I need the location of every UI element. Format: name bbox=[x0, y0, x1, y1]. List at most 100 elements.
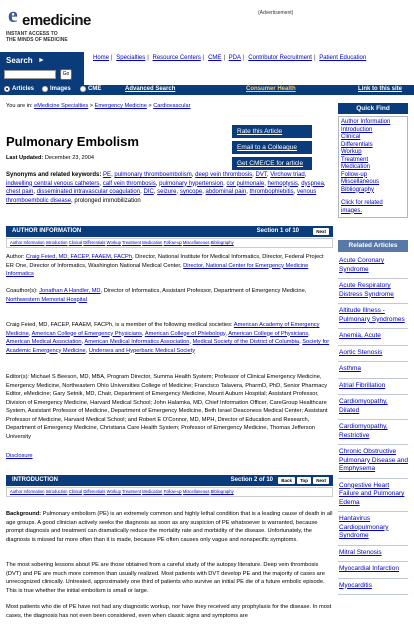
section-nav-link[interactable]: Workup bbox=[107, 489, 121, 494]
synonym-link[interactable]: syncope bbox=[180, 189, 202, 195]
advanced-search-link[interactable]: Advanced Search bbox=[125, 86, 175, 92]
coauthor-affiliation-link[interactable]: Northwestern Memorial Hospital bbox=[6, 297, 87, 303]
related-article-link[interactable]: Asthma bbox=[339, 365, 361, 372]
back-button[interactable]: Back bbox=[278, 477, 295, 484]
related-article-link[interactable]: Congestive Heart Failure and Pulmonary E… bbox=[339, 482, 404, 506]
coauthor-name-link[interactable]: Jonathan A Handler, MD bbox=[39, 288, 100, 294]
nav-specialties[interactable]: Specialties bbox=[116, 55, 145, 61]
synonym-link[interactable]: calf vein thrombosis bbox=[103, 181, 156, 187]
related-article-link[interactable]: Mitral Stenosis bbox=[339, 549, 382, 556]
get-cme-button[interactable]: Get CME/CE for article bbox=[232, 157, 312, 170]
breadcrumb-item[interactable]: Emergency Medicine bbox=[95, 103, 147, 109]
rate-article-button[interactable]: Rate this Article bbox=[232, 125, 312, 138]
quick-find-link[interactable]: Workup bbox=[341, 149, 362, 155]
quick-find-link[interactable]: Bibliography bbox=[341, 187, 374, 193]
section-nav-link[interactable]: Follow-up bbox=[164, 489, 182, 494]
section-nav-link[interactable]: Differentials bbox=[83, 489, 105, 494]
nav-patient-education[interactable]: Patient Education bbox=[319, 55, 366, 61]
top-button[interactable]: Top bbox=[297, 477, 311, 484]
synonym-link[interactable]: pulmonary thromboembolism bbox=[114, 172, 191, 178]
quick-find-link[interactable]: Clinical bbox=[341, 134, 360, 140]
related-article-link[interactable]: Myocardial Infarction bbox=[339, 565, 399, 572]
section-nav-link[interactable]: Workup bbox=[107, 240, 121, 245]
synonym-link[interactable]: DIC bbox=[143, 189, 153, 195]
section-nav-link[interactable]: Bibliography bbox=[211, 489, 234, 494]
quick-find-link[interactable]: Author Information bbox=[341, 119, 390, 125]
synonym-link[interactable]: disseminated intravascular coagulation bbox=[37, 189, 140, 195]
society-link[interactable]: American Medical Informatics Association bbox=[84, 339, 189, 345]
section-nav-link[interactable]: Author Information bbox=[10, 240, 44, 245]
breadcrumb-item[interactable]: eMedicine Specialties bbox=[34, 103, 88, 109]
nav-pda[interactable]: PDA bbox=[229, 55, 241, 61]
synonym-link[interactable]: chest pain bbox=[6, 189, 33, 195]
radio-icon[interactable] bbox=[42, 86, 48, 92]
synonym-link[interactable]: cor pulmonale bbox=[227, 181, 265, 187]
society-link[interactable]: American Medical Association bbox=[6, 339, 82, 345]
quick-find-link[interactable]: Follow-up bbox=[341, 172, 367, 178]
section-nav-link[interactable]: Bibliography bbox=[211, 240, 234, 245]
disclosure-link[interactable]: Disclosure bbox=[6, 452, 33, 461]
search-input[interactable] bbox=[4, 70, 56, 79]
society-link[interactable]: American College of Emergency Physicians bbox=[32, 331, 142, 337]
quick-find-link[interactable]: Differentials bbox=[341, 142, 373, 148]
synonym-link[interactable]: pulmonary hypertension bbox=[159, 181, 223, 187]
quick-find-link[interactable]: Introduction bbox=[341, 127, 372, 133]
synonym-link[interactable]: dyspnea bbox=[301, 181, 324, 187]
related-article-link[interactable]: Atrial Fibrillation bbox=[339, 382, 385, 389]
related-article-link[interactable]: Cardiomyopathy, Dilated bbox=[339, 398, 388, 414]
related-article-link[interactable]: Hantavirus Cardiopulmonary Syndrome bbox=[339, 515, 389, 539]
section-nav-link[interactable]: Miscellaneous bbox=[183, 489, 210, 494]
email-colleague-button[interactable]: Email to a Colleague bbox=[232, 141, 312, 154]
society-link[interactable]: American College of Phlebology bbox=[145, 331, 226, 337]
related-article-link[interactable]: Aortic Stenosis bbox=[339, 349, 382, 356]
section-nav-link[interactable]: Miscellaneous bbox=[183, 240, 210, 245]
quick-find-link[interactable]: Treatment bbox=[341, 157, 368, 163]
section-nav-link[interactable]: Follow-up bbox=[164, 240, 182, 245]
nav-contributor-recruitment[interactable]: Contributor Recruitment bbox=[248, 55, 312, 61]
author-name-link[interactable]: Craig Feied, MD, FACEP, FAAEM, FACPh bbox=[26, 254, 132, 260]
breadcrumb-item[interactable]: Cardiovascular bbox=[153, 103, 190, 109]
section-nav-link[interactable]: Medication bbox=[142, 240, 162, 245]
section-nav-link[interactable]: Treatment bbox=[122, 489, 141, 494]
related-article-link[interactable]: Anemia, Acute bbox=[339, 332, 381, 339]
section-nav-link[interactable]: Author Information bbox=[10, 489, 44, 494]
related-article-link[interactable]: Chronic Obstructive Pulmonary Disease an… bbox=[339, 448, 408, 472]
link-to-site[interactable]: Link to this site bbox=[358, 86, 402, 92]
related-article-link[interactable]: Acute Respiratory Distress Syndrome bbox=[339, 282, 394, 298]
synonym-link[interactable]: Virchow triad bbox=[270, 172, 305, 178]
synonym-link[interactable]: DVT bbox=[256, 172, 267, 178]
next-button[interactable]: Next bbox=[313, 477, 329, 484]
section-nav-link[interactable]: Differentials bbox=[83, 240, 105, 245]
related-article-link[interactable]: Altitude Illness - Pulmonary Syndromes bbox=[339, 307, 405, 323]
section-nav-link[interactable]: Clinical bbox=[69, 240, 83, 245]
synonym-link[interactable]: deep vein thrombosis bbox=[195, 172, 252, 178]
section-nav-link[interactable]: Medication bbox=[142, 489, 162, 494]
synonym-link[interactable]: hemoptysis bbox=[268, 181, 298, 187]
quick-find-link[interactable]: Medication bbox=[341, 164, 370, 170]
synonym-link[interactable]: abdominal pain bbox=[206, 189, 247, 195]
option-images[interactable]: Images bbox=[42, 86, 71, 92]
section-nav-link[interactable]: Introduction bbox=[46, 489, 68, 494]
related-article-link[interactable]: Acute Coronary Syndrome bbox=[339, 257, 384, 273]
section-nav-link[interactable]: Introduction bbox=[46, 240, 68, 245]
quick-find-link[interactable]: Miscellaneous bbox=[341, 179, 379, 185]
next-button[interactable]: Next bbox=[313, 228, 329, 235]
related-article-link[interactable]: Myocarditis bbox=[339, 582, 372, 589]
synonym-link[interactable]: PE bbox=[103, 172, 111, 178]
synonym-link[interactable]: seizure bbox=[157, 189, 176, 195]
society-link[interactable]: Undersea and Hyperbaric Medical Society bbox=[89, 348, 195, 354]
section-nav-link[interactable]: Clinical bbox=[69, 489, 83, 494]
synonym-link[interactable]: indwelling central venous catheters bbox=[6, 181, 99, 187]
society-link[interactable]: American College of Physicians bbox=[228, 331, 308, 337]
radio-icon[interactable] bbox=[4, 86, 10, 92]
society-link[interactable]: Medical Society of the District of Colum… bbox=[193, 339, 300, 345]
nav-resource-centers[interactable]: Resource Centers bbox=[153, 55, 201, 61]
option-articles[interactable]: Articles bbox=[4, 86, 34, 92]
radio-icon[interactable] bbox=[80, 86, 86, 92]
nav-home[interactable]: Home bbox=[93, 55, 109, 61]
emedicine-logo[interactable]: e emedicine INSTANT ACCESS TO THE MINDS … bbox=[6, 2, 98, 48]
nav-cme[interactable]: CME bbox=[208, 55, 221, 61]
option-cme[interactable]: CME bbox=[80, 86, 101, 92]
related-article-link[interactable]: Cardiomyopathy, Restrictive bbox=[339, 423, 388, 439]
section-nav-link[interactable]: Treatment bbox=[122, 240, 141, 245]
